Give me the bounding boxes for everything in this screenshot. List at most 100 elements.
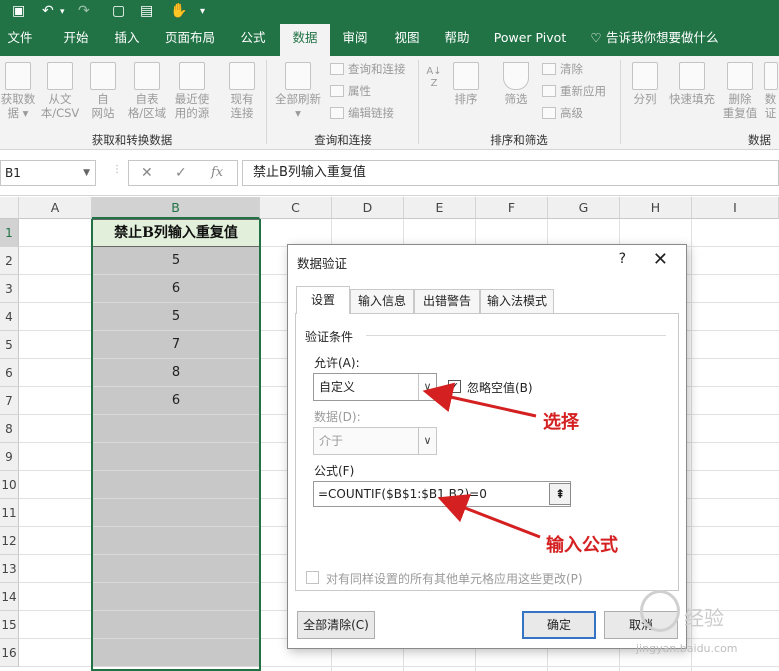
name-box[interactable]: B1 ▼ xyxy=(0,160,96,186)
tab-ime-mode[interactable]: 输入法模式 xyxy=(480,289,554,313)
filter-button[interactable]: 筛选 xyxy=(498,62,534,106)
tab-power-pivot[interactable]: Power Pivot xyxy=(490,24,570,56)
from-table-button[interactable]: 自表 格/区域 xyxy=(124,62,170,120)
tab-formulas[interactable]: 公式 xyxy=(232,24,274,56)
recent-sources-button[interactable]: 最近使 用的源 xyxy=(170,62,214,120)
tab-insert[interactable]: 插入 xyxy=(106,24,148,56)
cell-b5[interactable]: 7 xyxy=(92,331,260,359)
cell-b3[interactable]: 6 xyxy=(92,275,260,303)
from-web-button[interactable]: 自 网站 xyxy=(86,62,120,120)
data-validation-button[interactable]: 数 证 xyxy=(762,62,779,120)
row-header[interactable]: 13 xyxy=(0,555,19,583)
undo-icon[interactable]: ↶ xyxy=(42,3,54,19)
cell-b7[interactable]: 6 xyxy=(92,387,260,415)
cell-b9[interactable] xyxy=(92,443,260,471)
row-header[interactable]: 8 xyxy=(0,415,19,443)
formula-field[interactable]: =COUNTIF($B$1:$B1,B2)=0 xyxy=(313,481,571,507)
properties-button[interactable]: 属性 xyxy=(330,82,371,100)
cell-b14[interactable] xyxy=(92,583,260,611)
tab-input-message[interactable]: 输入信息 xyxy=(350,289,414,313)
close-icon[interactable]: ✕ xyxy=(653,249,668,270)
cell-b13[interactable] xyxy=(92,555,260,583)
row-header[interactable]: 15 xyxy=(0,611,19,639)
cell-b16[interactable] xyxy=(92,639,260,667)
column-header-f[interactable]: F xyxy=(476,197,548,219)
from-csv-button[interactable]: 从文 本/CSV xyxy=(38,62,82,120)
remove-duplicates-button[interactable]: 删除 重复值 xyxy=(720,62,760,120)
help-icon[interactable]: ? xyxy=(619,251,626,267)
formula-input[interactable]: 禁止B列输入重复值 xyxy=(242,160,779,186)
sort-az-button[interactable]: A↓ Z xyxy=(424,66,444,90)
cell-b4[interactable]: 5 xyxy=(92,303,260,331)
cell-b15[interactable] xyxy=(92,611,260,639)
undo-dropdown-icon[interactable]: ▾ xyxy=(60,7,65,17)
tab-file[interactable]: 文件 xyxy=(0,24,40,56)
apply-all-checkbox[interactable] xyxy=(306,571,319,584)
tab-review[interactable]: 审阅 xyxy=(334,24,376,56)
row-header[interactable]: 2 xyxy=(0,247,19,275)
confirm-entry-icon[interactable]: ✓ xyxy=(175,165,187,181)
cell-b12[interactable] xyxy=(92,527,260,555)
column-header-a[interactable]: A xyxy=(19,197,92,219)
row-header[interactable]: 7 xyxy=(0,387,19,415)
allow-select[interactable]: 自定义 ∨ xyxy=(313,373,437,401)
row-header[interactable]: 12 xyxy=(0,527,19,555)
cell-b2[interactable]: 5 xyxy=(92,247,260,275)
ignore-blank-checkbox[interactable]: ✓ xyxy=(448,380,461,393)
row-header[interactable]: 6 xyxy=(0,359,19,387)
reapply-button[interactable]: 重新应用 xyxy=(542,82,606,100)
get-data-button[interactable]: 获取数 据 ▾ xyxy=(0,62,36,120)
column-header-c[interactable]: C xyxy=(260,197,332,219)
row-header[interactable]: 16 xyxy=(0,639,19,667)
tab-page-layout[interactable]: 页面布局 xyxy=(158,24,222,56)
column-header-b[interactable]: B xyxy=(92,197,260,219)
tell-me-search[interactable]: 告诉我你想要做什么 xyxy=(606,24,726,56)
tab-home[interactable]: 开始 xyxy=(52,24,100,56)
tab-help[interactable]: 帮助 xyxy=(436,24,478,56)
cell-b11[interactable] xyxy=(92,499,260,527)
text-to-columns-button[interactable]: 分列 xyxy=(628,62,662,106)
sort-button[interactable]: 排序 xyxy=(448,62,484,106)
advanced-filter-button[interactable]: 高级 xyxy=(542,104,583,122)
existing-connections-button[interactable]: 现有 连接 xyxy=(224,62,260,120)
cell-b1[interactable]: 禁止B列输入重复值 xyxy=(92,219,260,247)
select-all-corner[interactable] xyxy=(0,197,19,219)
clear-all-button[interactable]: 全部清除(C) xyxy=(297,611,375,639)
tab-error-alert[interactable]: 出错警告 xyxy=(414,289,480,313)
tab-data[interactable]: 数据 xyxy=(280,24,330,56)
column-header-d[interactable]: D xyxy=(332,197,404,219)
row-header[interactable]: 5 xyxy=(0,331,19,359)
touch-mode-icon[interactable]: ✋ xyxy=(170,3,187,19)
cell-b6[interactable]: 8 xyxy=(92,359,260,387)
row-header[interactable]: 3 xyxy=(0,275,19,303)
column-header-e[interactable]: E xyxy=(404,197,476,219)
ok-button[interactable]: 确定 xyxy=(522,611,596,639)
queries-connections-button[interactable]: 查询和连接 xyxy=(330,60,406,78)
chevron-down-icon[interactable]: ▼ xyxy=(83,161,90,185)
insert-function-icon[interactable]: fx xyxy=(211,165,223,180)
chevron-down-icon[interactable]: ∨ xyxy=(418,374,436,400)
save-icon[interactable]: ▣ xyxy=(12,3,25,19)
row-header[interactable]: 10 xyxy=(0,471,19,499)
row-header[interactable]: 1 xyxy=(0,219,19,247)
row-header[interactable]: 11 xyxy=(0,499,19,527)
open-file-icon[interactable]: ▤ xyxy=(140,3,153,19)
column-header-h[interactable]: H xyxy=(620,197,692,219)
more-options-icon[interactable]: ⋮ xyxy=(112,164,122,175)
redo-icon[interactable]: ↷ xyxy=(78,3,90,19)
edit-links-button[interactable]: 编辑链接 xyxy=(330,104,394,122)
flash-fill-button[interactable]: 快速填充 xyxy=(666,62,718,106)
row-header[interactable]: 14 xyxy=(0,583,19,611)
tab-view[interactable]: 视图 xyxy=(386,24,428,56)
refresh-all-button[interactable]: 全部刷新 ▾ xyxy=(272,62,324,120)
cell-b10[interactable] xyxy=(92,471,260,499)
row-header[interactable]: 9 xyxy=(0,443,19,471)
column-header-i[interactable]: I xyxy=(692,197,779,219)
row-header[interactable]: 4 xyxy=(0,303,19,331)
cell-b8[interactable] xyxy=(92,415,260,443)
new-file-icon[interactable]: ▢ xyxy=(112,3,125,19)
clear-filter-button[interactable]: 清除 xyxy=(542,60,583,78)
cancel-entry-icon[interactable]: ✕ xyxy=(141,165,153,181)
column-header-g[interactable]: G xyxy=(548,197,620,219)
customize-quick-access-icon[interactable]: ▾ xyxy=(200,6,205,17)
